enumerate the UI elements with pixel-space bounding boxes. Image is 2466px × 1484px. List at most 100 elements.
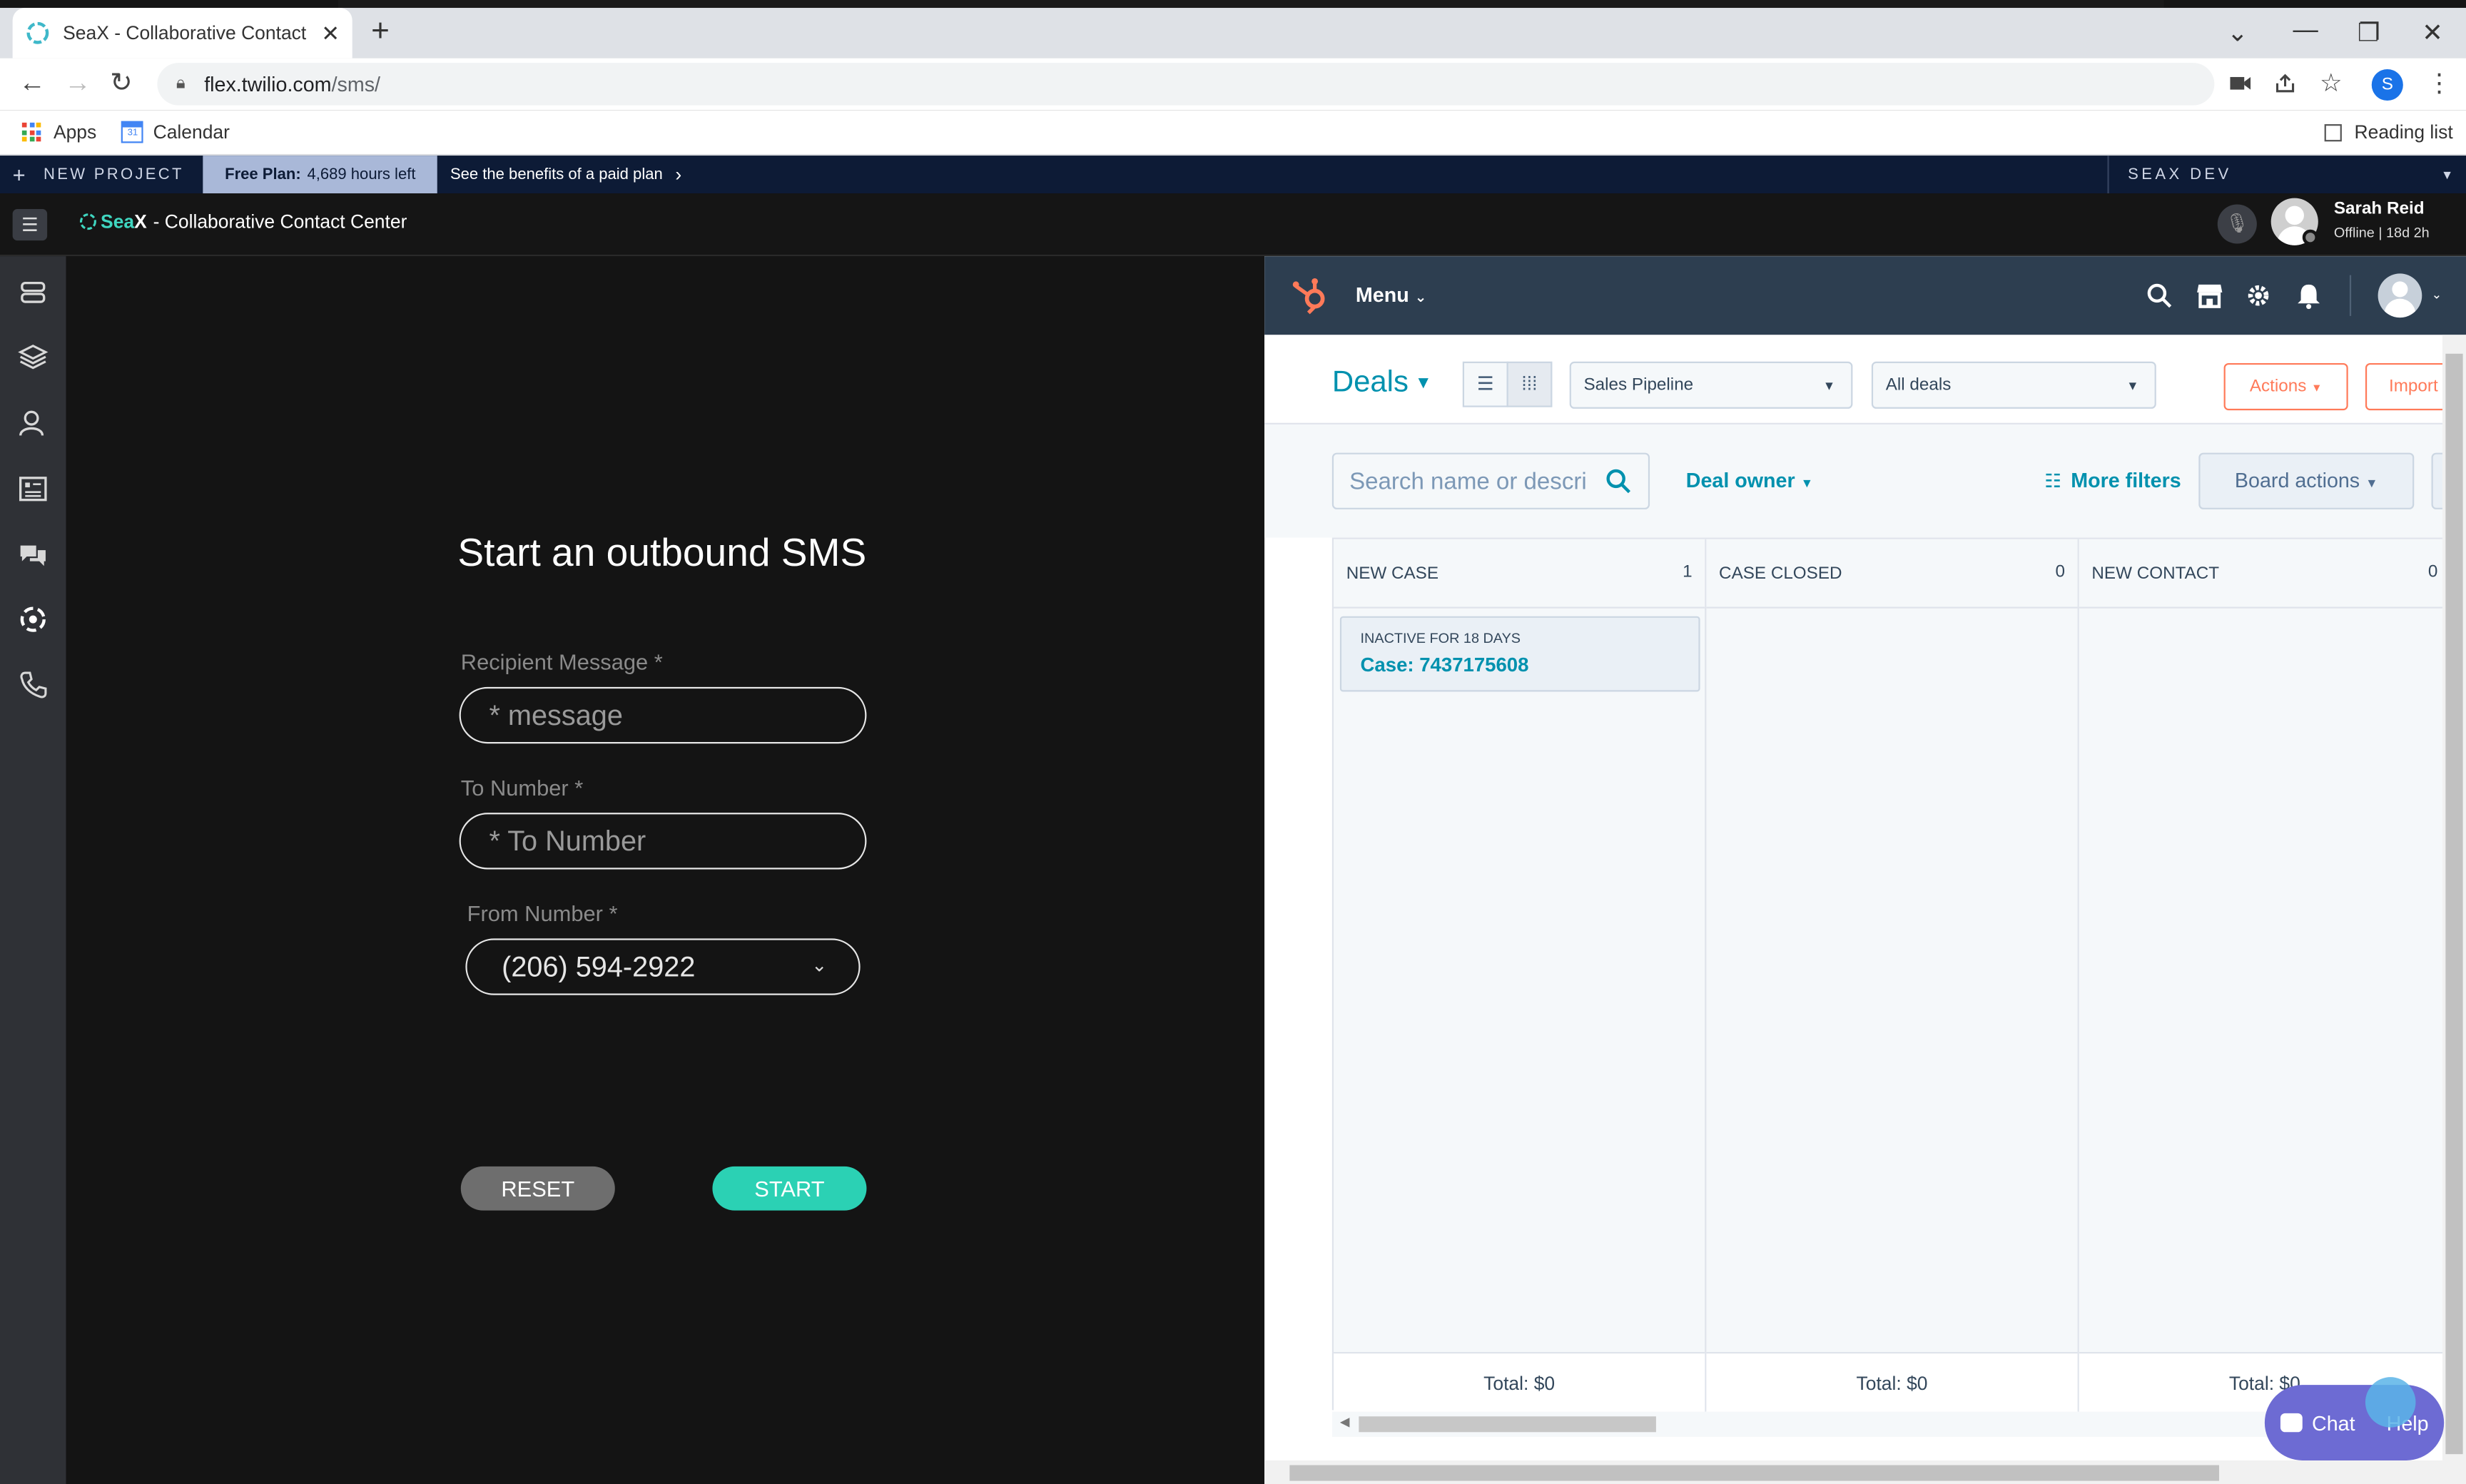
- new-tab-icon[interactable]: +: [371, 16, 390, 47]
- actions-label: Actions: [2249, 377, 2307, 397]
- hubspot-user-avatar[interactable]: [2378, 273, 2422, 318]
- deal-owner-label: Deal owner: [1685, 468, 1795, 492]
- search-icon[interactable]: [2145, 281, 2173, 310]
- reset-button[interactable]: RESET: [460, 1166, 615, 1211]
- recipient-message-input[interactable]: * message: [459, 686, 867, 744]
- navbar-divider: [2349, 275, 2352, 316]
- browser-tab-active[interactable]: SeaX - Collaborative Contact Cen ✕: [12, 8, 352, 59]
- scroll-left-icon[interactable]: ◀: [1340, 1415, 1350, 1429]
- search-icon[interactable]: [1604, 467, 1633, 495]
- caret-down-icon: ▼: [2440, 167, 2457, 182]
- pipeline-select[interactable]: Sales Pipeline ▼: [1569, 361, 1853, 409]
- chat-bubbles-icon[interactable]: [17, 539, 49, 571]
- deal-card[interactable]: INACTIVE FOR 18 DAYS Case: 7437175608: [1339, 616, 1700, 692]
- reading-list-label: Reading list: [2354, 121, 2453, 143]
- search-placeholder: Search name or descri: [1349, 467, 1587, 494]
- user-status[interactable]: Offline | 18d 2h: [2334, 225, 2430, 240]
- column-name: CASE CLOSED: [1719, 563, 1842, 583]
- restore-icon[interactable]: ❐: [2358, 17, 2380, 49]
- bookmark-star-icon[interactable]: ☆: [2320, 68, 2343, 99]
- tab-search-icon[interactable]: ⌄: [2227, 17, 2248, 49]
- paid-plan-label: See the benefits of a paid plan: [450, 166, 663, 183]
- list-view-button[interactable]: ☰: [1462, 361, 1508, 407]
- teams-icon[interactable]: [17, 407, 49, 439]
- paid-plan-link[interactable]: See the benefits of a paid plan ›: [437, 163, 694, 186]
- caret-down-icon: ▼: [1414, 374, 1432, 393]
- marketplace-icon[interactable]: [2196, 281, 2224, 310]
- account-name: SEAX DEV: [2128, 166, 2232, 183]
- deal-card-status: INACTIVE FOR 18 DAYS: [1360, 630, 1521, 646]
- calendar-icon: 31: [121, 121, 144, 143]
- chat-bubble-icon: [2280, 1413, 2303, 1433]
- layers-icon[interactable]: [17, 341, 49, 372]
- page-vertical-scrollbar[interactable]: [2442, 335, 2466, 1460]
- help-launcher-icon[interactable]: [2365, 1377, 2416, 1428]
- user-name[interactable]: Sarah Reid: [2334, 200, 2425, 218]
- deal-search-input[interactable]: Search name or descri: [1331, 452, 1650, 509]
- chevron-down-icon[interactable]: ⌄: [2432, 288, 2442, 302]
- agent-desktop-icon[interactable]: [17, 277, 49, 308]
- column-header: NEW CONTACT 0: [2079, 539, 2450, 609]
- scroll-thumb[interactable]: [1289, 1465, 2219, 1481]
- board-column: NEW CONTACT 0 Total: $0: [2079, 539, 2452, 1412]
- free-plan-badge: Free Plan: 4,689 hours left: [203, 156, 438, 194]
- reading-list[interactable]: Reading list: [2324, 121, 2453, 143]
- browser-tabbar: SeaX - Collaborative Contact Cen ✕ + ⌄ —…: [0, 8, 2466, 59]
- deals-title: Deals: [1331, 366, 1409, 400]
- bookmarks-bar: Apps 31 Calendar Reading list: [0, 110, 2466, 156]
- chat-help-widget[interactable]: Chat Help: [2264, 1385, 2445, 1460]
- reload-icon[interactable]: ↻: [110, 68, 132, 99]
- bookmark-apps[interactable]: Apps: [54, 121, 96, 143]
- left-sidebar: [0, 256, 66, 1484]
- column-header: CASE CLOSED 0: [1706, 539, 2078, 609]
- browser-menu-icon[interactable]: ⋮: [2427, 68, 2452, 99]
- pipeline-value: Sales Pipeline: [1583, 375, 1694, 395]
- apps-grid-icon[interactable]: [21, 122, 41, 142]
- new-project-button[interactable]: + NEW PROJECT: [0, 156, 203, 193]
- share-icon[interactable]: [2274, 72, 2296, 94]
- scroll-thumb[interactable]: [1359, 1416, 1656, 1433]
- deals-view-select[interactable]: All deals ▼: [1871, 361, 2156, 409]
- profile-avatar[interactable]: S: [2371, 68, 2403, 101]
- hubspot-crm-panel: Menu ⌄ ⌄ Deals ▼ ☰ ⁞⁞⁞ Sales Pipeline ▼ Al…: [1264, 256, 2466, 1484]
- deals-object-switcher[interactable]: Deals ▼: [1332, 366, 1432, 400]
- deal-owner-filter[interactable]: Deal owner ▼: [1686, 469, 1813, 492]
- board-actions-button[interactable]: Board actions ▼: [2198, 452, 2415, 509]
- actions-button[interactable]: Actions ▼: [2223, 362, 2348, 411]
- window-close-icon[interactable]: ✕: [2422, 17, 2443, 49]
- notifications-bell-icon[interactable]: [2295, 281, 2323, 310]
- settings-gear-icon[interactable]: [2244, 281, 2273, 310]
- more-filters-button[interactable]: ☷ More filters: [2044, 469, 2181, 492]
- deals-view-value: All deals: [1885, 375, 1952, 395]
- account-switcher[interactable]: SEAX DEV ▼: [2107, 156, 2466, 194]
- hubspot-logo-icon[interactable]: [1289, 275, 1330, 316]
- contacts-card-icon[interactable]: [17, 473, 49, 504]
- board-column: NEW CASE 1 INACTIVE FOR 18 DAYS Case: 743…: [1334, 539, 1707, 1412]
- column-name: NEW CONTACT: [2091, 563, 2220, 583]
- tab-close-icon[interactable]: ✕: [321, 20, 340, 46]
- page-horizontal-scrollbar[interactable]: [1264, 1460, 2466, 1484]
- brand-x: X: [134, 210, 147, 233]
- from-number-select[interactable]: (206) 594-2922 ⌄: [465, 938, 861, 995]
- to-number-input[interactable]: * To Number: [459, 813, 867, 870]
- phone-icon[interactable]: [17, 670, 49, 701]
- caret-down-icon: ▼: [2365, 476, 2378, 491]
- deal-card-title[interactable]: Case: 7437175608: [1361, 654, 1680, 676]
- address-bar[interactable]: 🔒︎ flex.twilio.com/sms/: [157, 63, 2215, 106]
- bookmark-calendar[interactable]: Calendar: [153, 121, 230, 143]
- outbound-sms-icon[interactable]: [17, 604, 49, 635]
- scroll-thumb[interactable]: [2445, 353, 2463, 1455]
- list-icon: ☰: [1476, 372, 1494, 395]
- microphone-icon[interactable]: 🎙︎: [2217, 204, 2257, 244]
- back-icon[interactable]: ←: [19, 68, 45, 99]
- board-view-button[interactable]: ⁞⁞⁞: [1506, 361, 1553, 407]
- hamburger-menu-icon[interactable]: ☰: [12, 209, 48, 241]
- forward-icon[interactable]: →: [64, 68, 91, 99]
- minimize-icon[interactable]: —: [2293, 17, 2318, 46]
- presence-status-dot: [2302, 229, 2318, 245]
- camera-icon[interactable]: [2230, 74, 2252, 93]
- start-button[interactable]: START: [712, 1166, 867, 1211]
- hubspot-menu-button[interactable]: Menu ⌄: [1356, 283, 1426, 307]
- caret-down-icon: ▼: [1800, 476, 1814, 491]
- new-project-label: NEW PROJECT: [44, 166, 184, 183]
